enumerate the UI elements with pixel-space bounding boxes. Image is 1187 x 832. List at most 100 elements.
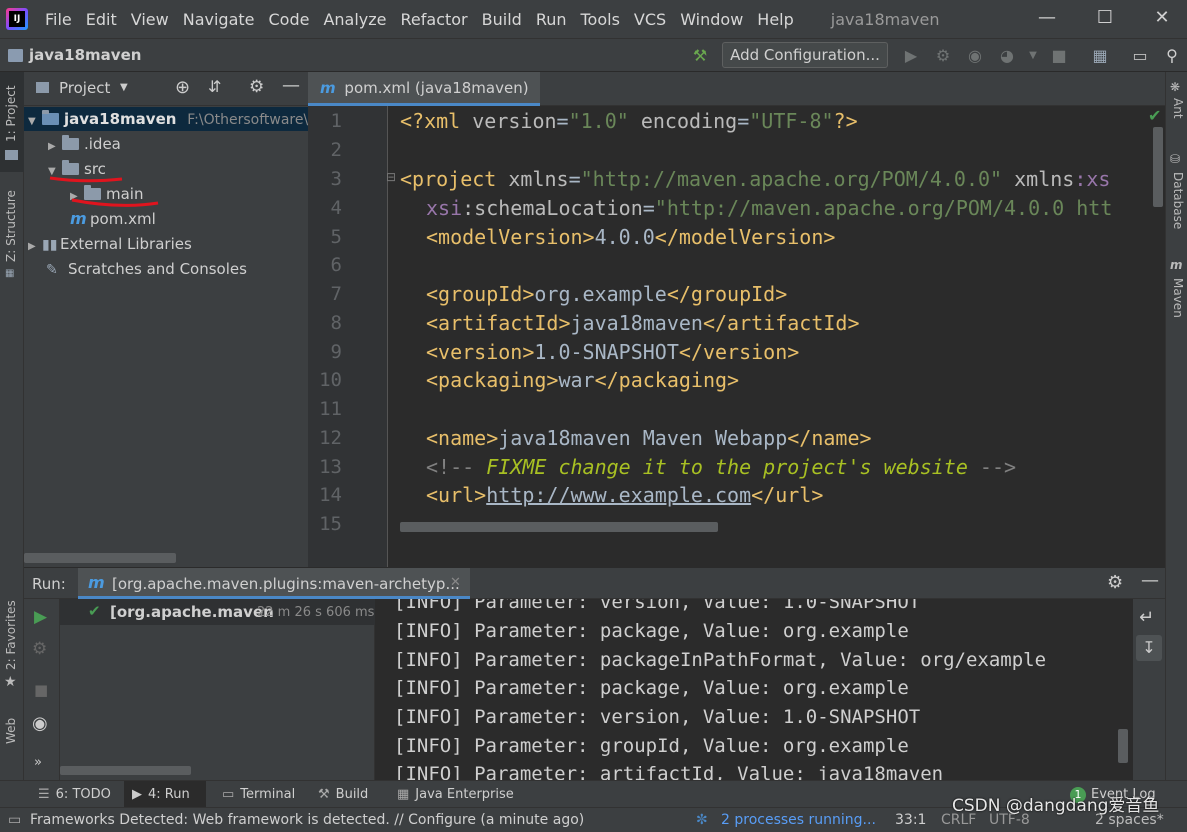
- maximize-icon[interactable]: ☐: [1080, 0, 1130, 38]
- add-configuration-button[interactable]: Add Configuration...: [722, 42, 888, 68]
- expand-arrow-icon[interactable]: ▶: [48, 135, 62, 159]
- tree-item-label: External Libraries: [60, 235, 192, 253]
- close-tab-icon[interactable]: ✕: [450, 575, 461, 590]
- horizontal-scrollbar[interactable]: [60, 766, 191, 775]
- project-view-selector[interactable]: Project: [59, 79, 110, 97]
- menu-run[interactable]: Run: [529, 10, 574, 29]
- code-line: <modelVersion>4.0.0</modelVersion>: [426, 225, 836, 249]
- tab-java-enterprise[interactable]: ▦ Java Enterprise: [389, 781, 522, 808]
- console-line: [INFO] Parameter: version, Value: 1.0-SN…: [394, 706, 921, 728]
- breadcrumb[interactable]: java18maven: [8, 46, 141, 64]
- soft-wrap-icon[interactable]: ↵: [1139, 607, 1154, 628]
- menu-tools[interactable]: Tools: [574, 10, 627, 29]
- vertical-scrollbar[interactable]: [1118, 729, 1128, 763]
- expand-arrow-icon[interactable]: ▶: [28, 235, 42, 259]
- tree-item-external-libraries[interactable]: ▶ ▮▮ External Libraries: [28, 232, 192, 256]
- line-number: 1: [330, 110, 342, 132]
- menu-view[interactable]: View: [124, 10, 176, 29]
- line-number: 6: [330, 254, 342, 276]
- menu-vcs[interactable]: VCS: [627, 10, 673, 29]
- tree-item-pom[interactable]: m pom.xml: [70, 207, 156, 231]
- tab-run[interactable]: ▶ 4: Run: [124, 781, 206, 808]
- status-message[interactable]: Frameworks Detected: Web framework is de…: [30, 808, 584, 832]
- close-window-icon[interactable]: ✕: [1137, 0, 1187, 38]
- chevron-down-icon[interactable]: ▼: [1021, 44, 1045, 68]
- run-tree-item[interactable]: ✔ [org.apache.maven 22 m 26 s 606 ms: [60, 599, 375, 625]
- hide-panel-icon[interactable]: —: [1141, 570, 1159, 591]
- horizontal-scrollbar[interactable]: [400, 522, 718, 532]
- progress-spinner-icon: ✼: [696, 812, 708, 828]
- minimize-icon[interactable]: —: [1022, 0, 1072, 38]
- tab-pom-xml[interactable]: m pom.xml (java18maven) ✕: [308, 72, 540, 129]
- favorites-tool-tab[interactable]: 2: Favorites: [4, 600, 18, 670]
- vertical-scrollbar[interactable]: [1153, 127, 1163, 207]
- tab-build[interactable]: ⚒ Build: [310, 781, 376, 808]
- profile-icon[interactable]: ◕: [995, 44, 1019, 68]
- search-icon[interactable]: ⚲: [1160, 44, 1184, 68]
- coverage-icon[interactable]: ◉: [963, 44, 987, 68]
- collapse-all-icon[interactable]: ⇵: [208, 77, 221, 96]
- tree-item-java18maven[interactable]: ▼ java18maven F:\Othersoftware\: [24, 107, 308, 131]
- project-tool-tab-label[interactable]: 1: Project: [4, 85, 18, 142]
- more-icon[interactable]: »: [34, 755, 42, 770]
- maven-file-icon: m: [70, 209, 87, 228]
- processes-link[interactable]: 2 processes running...: [721, 808, 876, 832]
- tree-item-label: pom.xml: [90, 210, 156, 228]
- caret-position[interactable]: 33:1: [895, 808, 926, 832]
- database-tool-tab[interactable]: Database: [1171, 172, 1185, 229]
- menu-refactor[interactable]: Refactor: [394, 10, 475, 29]
- rerun-icon[interactable]: ▶: [34, 607, 47, 627]
- chevron-down-icon[interactable]: ▼: [120, 82, 128, 93]
- ant-tool-tab[interactable]: Ant: [1171, 98, 1185, 119]
- menu-build[interactable]: Build: [475, 10, 529, 29]
- code-line: <packaging>war</packaging>: [426, 368, 740, 392]
- line-number-gutter: 1 2 3 4 5 6 7 8 9 10 11 12 13 14 15 ⊟: [308, 106, 396, 567]
- tab-todo-label: 6: TODO: [55, 787, 111, 802]
- gear-icon[interactable]: ⚙: [1107, 572, 1123, 593]
- expand-arrow-icon[interactable]: ▼: [48, 160, 62, 184]
- menu-code[interactable]: Code: [262, 10, 317, 29]
- stop-icon[interactable]: ■: [34, 681, 48, 699]
- horizontal-scrollbar[interactable]: [24, 553, 176, 563]
- menu-navigate[interactable]: Navigate: [176, 10, 262, 29]
- debug-icon[interactable]: ⚙: [931, 44, 955, 68]
- expand-arrow-icon[interactable]: ▼: [28, 110, 42, 134]
- run-tab[interactable]: m [org.apache.maven.plugins:maven-archet…: [78, 568, 470, 599]
- tree-item-scratches[interactable]: ✎ Scratches and Consoles: [46, 257, 247, 281]
- breadcrumb-project[interactable]: java18maven: [29, 46, 141, 64]
- menu-help[interactable]: Help: [750, 10, 800, 29]
- eye-icon[interactable]: ◉: [32, 713, 48, 734]
- menu-file[interactable]: File: [38, 10, 79, 29]
- build-hammer-icon[interactable]: ⚒: [688, 44, 712, 68]
- tab-todo[interactable]: ☰ 6: TODO: [30, 781, 119, 808]
- gear-icon[interactable]: ⚙: [249, 77, 264, 97]
- structure-tool-tab[interactable]: Z: Structure: [4, 190, 18, 262]
- run-icon[interactable]: ▶: [899, 44, 923, 68]
- debug-icon[interactable]: ⚙: [32, 639, 47, 659]
- tree-item-src[interactable]: ▼ src: [48, 157, 106, 181]
- code-area[interactable]: <?xml version="1.0" encoding="UTF-8"?> <…: [400, 106, 1165, 567]
- locate-file-icon[interactable]: ⊕: [175, 77, 190, 98]
- presentation-icon[interactable]: ▭: [1128, 44, 1152, 68]
- expand-arrow-icon[interactable]: ▶: [70, 185, 84, 209]
- menu-window[interactable]: Window: [673, 10, 750, 29]
- menu-analyze[interactable]: Analyze: [316, 10, 393, 29]
- scroll-to-end-icon[interactable]: ↧: [1136, 635, 1162, 661]
- tab-terminal-label: Terminal: [240, 787, 296, 802]
- tree-item-idea[interactable]: ▶ .idea: [48, 132, 121, 156]
- project-structure-icon[interactable]: ▦: [1088, 44, 1112, 68]
- tree-item-main[interactable]: ▶ main: [70, 182, 143, 206]
- console-line: [INFO] Parameter: packageInPathFormat, V…: [394, 649, 1047, 671]
- stop-icon[interactable]: ■: [1047, 44, 1071, 68]
- hide-panel-icon[interactable]: —: [282, 75, 300, 96]
- left-tool-strip: 1: Project Z: Structure ▦ 2: Favorites ★…: [0, 72, 24, 780]
- web-tool-tab[interactable]: Web: [4, 718, 18, 744]
- console-output[interactable]: [INFO] Parameter: version, Value: 1.0-SN…: [376, 599, 1133, 780]
- run-tree-item-label: [org.apache.maven: [110, 603, 274, 621]
- fold-icon[interactable]: ⊟: [386, 170, 396, 184]
- maven-tool-tab[interactable]: Maven: [1171, 278, 1185, 318]
- status-bar: ▭ Frameworks Detected: Web framework is …: [0, 796, 1187, 832]
- menu-edit[interactable]: Edit: [79, 10, 124, 29]
- structure-icon: ▦: [5, 268, 15, 279]
- tab-terminal[interactable]: ▭ Terminal: [214, 781, 303, 808]
